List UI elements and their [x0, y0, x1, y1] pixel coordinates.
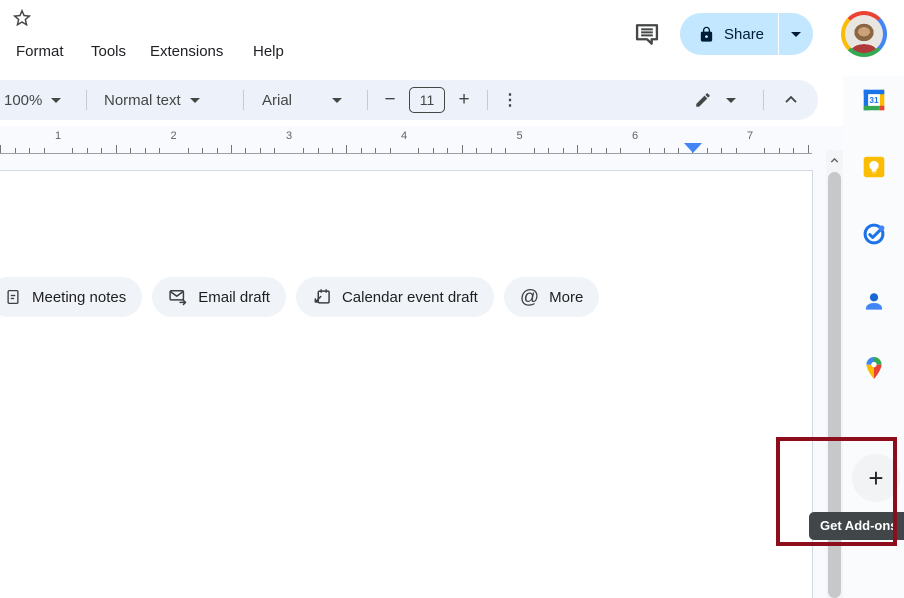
plus-icon: +: [458, 89, 469, 111]
sidebar-item-maps[interactable]: [854, 348, 894, 388]
star-favorite-button[interactable]: [11, 7, 33, 29]
sidebar-item-tasks[interactable]: [854, 214, 894, 254]
ruler-mark: 4: [401, 130, 407, 142]
chevron-up-icon: [781, 90, 801, 110]
right-indent-marker[interactable]: [684, 143, 702, 153]
minus-icon: −: [384, 89, 395, 111]
increase-font-size-button[interactable]: +: [450, 80, 478, 120]
decrease-font-size-button[interactable]: −: [376, 80, 404, 120]
share-button-label: Share: [724, 26, 764, 43]
plus-icon: +: [868, 463, 883, 494]
hide-menus-button[interactable]: [776, 80, 806, 120]
chevron-down-icon: [332, 98, 342, 103]
share-button-group: Share: [680, 13, 813, 55]
chip-more[interactable]: @ More: [504, 277, 599, 317]
menu-tools[interactable]: Tools: [91, 43, 126, 61]
paragraph-style-value: Normal text: [104, 92, 181, 109]
ruler-mark: 5: [516, 130, 522, 142]
sidebar-item-contacts[interactable]: [854, 281, 894, 321]
ruler-mark: 3: [286, 130, 292, 142]
menu-format[interactable]: Format: [16, 43, 64, 61]
font-select[interactable]: Arial: [262, 80, 342, 120]
paragraph-style-select[interactable]: Normal text: [104, 80, 200, 120]
document-page[interactable]: [0, 170, 813, 598]
ruler-mark: 6: [632, 130, 638, 142]
tasks-icon: [861, 221, 887, 247]
chip-calendar-event-draft[interactable]: Calendar event draft: [296, 277, 494, 317]
pen-icon: [694, 91, 712, 109]
get-addons-tooltip: Get Add-ons: [809, 512, 904, 540]
suggestion-chips-row: Meeting notes Email draft Calendar event…: [0, 277, 599, 317]
chevron-down-icon: [190, 98, 200, 103]
email-draft-icon: [168, 287, 188, 307]
toolbar-divider: [367, 90, 368, 110]
ruler-mark: 7: [747, 130, 753, 142]
keep-icon: [861, 154, 887, 180]
header: Format Tools Extensions Help Share: [0, 0, 904, 76]
avatar-photo: [845, 15, 883, 53]
account-avatar[interactable]: [841, 11, 887, 57]
sidebar-item-keep[interactable]: [854, 147, 894, 187]
sidebar-item-calendar[interactable]: 31: [854, 80, 894, 120]
zoom-value: 100%: [4, 92, 42, 109]
scroll-up-button[interactable]: [826, 150, 843, 170]
font-size-input[interactable]: 11: [409, 87, 445, 113]
ruler-mark: 2: [170, 130, 176, 142]
toolbar-divider: [763, 90, 764, 110]
editing-mode-select[interactable]: [694, 80, 736, 120]
calendar-icon: 31: [861, 87, 887, 113]
toolbar: 100% Normal text Arial − 11 + ⋮: [0, 80, 818, 120]
google-docs-window: Format Tools Extensions Help Share: [0, 0, 904, 598]
zoom-select[interactable]: 100%: [4, 80, 61, 120]
ruler: 1 2 3 4 5 6 7: [0, 130, 812, 154]
menu-extensions[interactable]: Extensions: [150, 43, 223, 61]
comment-icon: [633, 20, 661, 48]
toolbar-divider: [243, 90, 244, 110]
toolbar-divider: [86, 90, 87, 110]
share-dropdown-button[interactable]: [779, 13, 813, 55]
maps-icon: [861, 355, 887, 381]
svg-text:31: 31: [869, 96, 879, 105]
toolbar-overflow-button[interactable]: ⋮: [498, 80, 522, 120]
chip-meeting-notes[interactable]: Meeting notes: [0, 277, 142, 317]
ruler-mark: 1: [55, 130, 61, 142]
kebab-icon: ⋮: [502, 90, 518, 110]
chip-label: Calendar event draft: [342, 289, 478, 306]
contacts-icon: [861, 288, 887, 314]
chip-label: Meeting notes: [32, 289, 126, 306]
chip-email-draft[interactable]: Email draft: [152, 277, 286, 317]
at-mention-icon: @: [520, 288, 539, 307]
chevron-up-icon: [829, 155, 840, 166]
chip-label: More: [549, 289, 583, 306]
share-button[interactable]: Share: [680, 13, 778, 55]
menu-help[interactable]: Help: [253, 43, 284, 61]
chevron-down-icon: [51, 98, 61, 103]
chevron-down-icon: [791, 32, 801, 37]
meeting-notes-icon: [4, 288, 22, 306]
lock-icon: [698, 26, 715, 43]
get-addons-button[interactable]: +: [852, 454, 900, 502]
toolbar-divider: [487, 90, 488, 110]
chip-label: Email draft: [198, 289, 270, 306]
calendar-event-draft-icon: [312, 287, 332, 307]
chevron-down-icon: [726, 98, 736, 103]
font-value: Arial: [262, 92, 292, 109]
star-icon: [11, 7, 33, 29]
open-comments-button[interactable]: [631, 18, 663, 50]
